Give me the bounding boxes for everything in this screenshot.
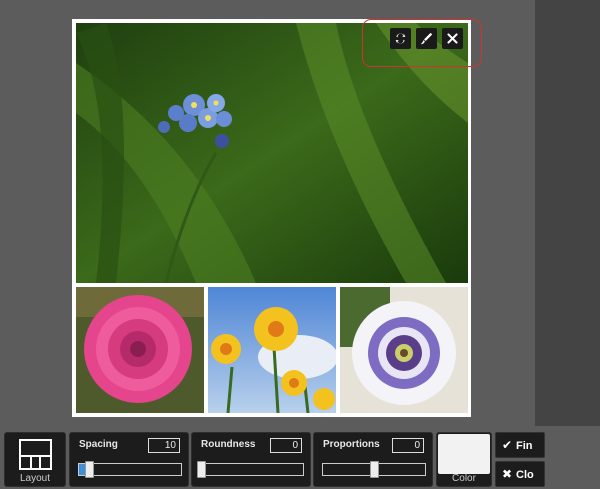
color-swatch: [438, 434, 490, 474]
color-button[interactable]: Color: [436, 432, 492, 487]
roundness-label: Roundness: [201, 439, 256, 450]
photo-daffodils[interactable]: [208, 287, 336, 413]
proportions-control: Proportions 0: [313, 432, 433, 487]
proportions-label: Proportions: [323, 439, 380, 450]
spacing-control: Spacing 10: [69, 432, 189, 487]
roundness-slider[interactable]: [197, 461, 304, 478]
swap-icon[interactable]: [390, 28, 411, 49]
layout-grid-icon: [19, 439, 52, 470]
close-label: Clo: [516, 469, 534, 481]
collage-canvas: [72, 19, 471, 417]
check-icon: ✔: [502, 438, 513, 452]
close-icon: ✖: [502, 467, 513, 481]
spacing-slider-thumb[interactable]: [85, 461, 95, 478]
spacing-slider[interactable]: [78, 461, 182, 478]
roundness-value-input[interactable]: 0: [270, 438, 302, 453]
side-panel-strip: [535, 0, 600, 489]
proportions-value-input[interactable]: 0: [392, 438, 424, 453]
spacing-value-input[interactable]: 10: [148, 438, 180, 453]
photo-toolbar: [362, 19, 482, 67]
roundness-slider-thumb[interactable]: [197, 461, 206, 478]
color-caption: Color: [452, 473, 476, 484]
proportions-slider-thumb[interactable]: [370, 461, 379, 478]
finish-label: Fin: [516, 440, 533, 452]
roundness-control: Roundness 0: [191, 432, 311, 487]
layout-button[interactable]: Layout: [4, 432, 66, 487]
photo-passion-flower[interactable]: [340, 287, 468, 413]
brush-icon[interactable]: [416, 28, 437, 49]
finish-button[interactable]: ✔ Fin: [495, 432, 545, 458]
close-icon[interactable]: [442, 28, 463, 49]
photo-dahlia[interactable]: [76, 287, 204, 413]
proportions-slider[interactable]: [322, 461, 426, 478]
layout-caption: Layout: [19, 473, 51, 484]
spacing-label: Spacing: [79, 439, 118, 450]
close-button[interactable]: ✖ Clo: [495, 461, 545, 487]
